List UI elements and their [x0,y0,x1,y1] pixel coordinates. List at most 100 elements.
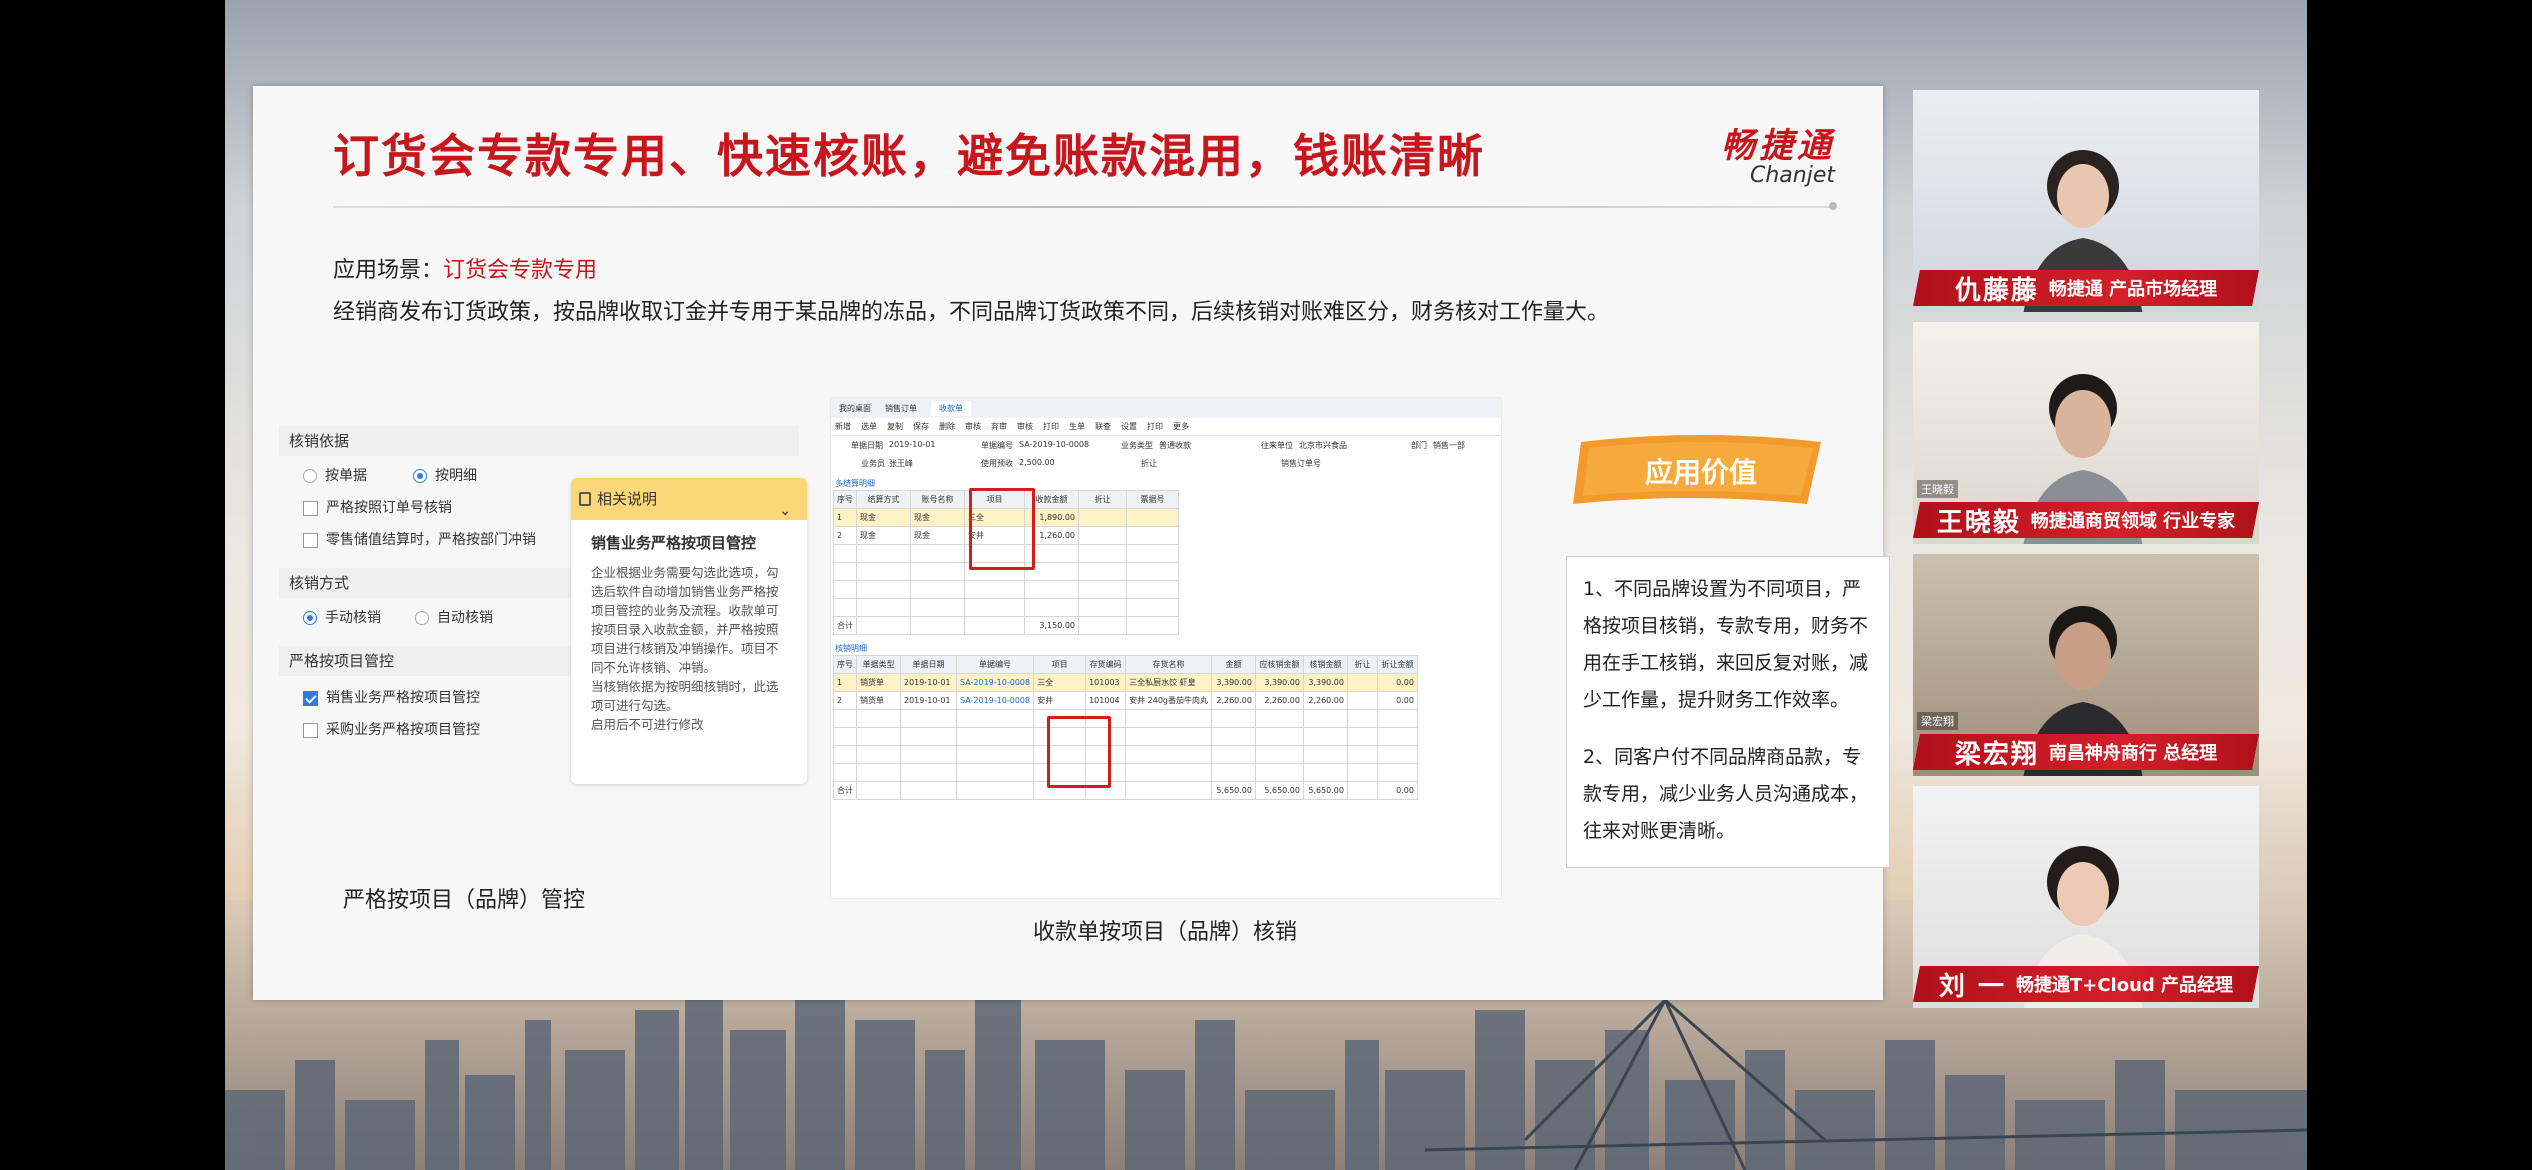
erp-toolbar: 新增 选单 复制 保存 删除 审核 弃审 审核 打印 生单 联查 设置 打印 更… [831,418,1501,436]
table-row[interactable]: 2 销货单 2019-10-01 SA-2019-10-0008 安井 1010… [833,691,1418,710]
cell [1078,508,1127,527]
help-body-2: 当核销依据为按明细核销时，此选项可进行勾选。 [591,679,779,713]
speaker-tile-1[interactable]: 仇藤藤 畅捷通 产品市场经理 [1913,90,2259,312]
radio-by-detail[interactable] [413,469,427,483]
verify-grid: 序号 单据类型 单据日期 单据编号 项目 存货编码 存货名称 金额 应核销金额 … [833,655,1418,800]
radio-manual[interactable] [303,611,317,625]
cell: 2019-10-01 [900,691,957,710]
cell-project[interactable]: 三全 [1033,673,1087,692]
chevron-down-icon[interactable]: ⌄ [779,490,791,532]
value-badge: 应用价值 [1573,435,1821,504]
value-badge-label: 应用价值 [1645,456,1757,489]
scene-label: 应用场景： [333,258,444,283]
cell: 2,260.00 [1210,691,1256,710]
grid2-total-row: 合计 5,650.00 5,650.00 5,650.00 0.00 [833,781,1418,800]
value-point-2: 2、同客户付不同品牌商品款，专款专用，减少业务人员沟通成本，往来对账更清晰。 [1583,746,1869,842]
field-customer[interactable]: 北京市兴食品 [1299,440,1347,451]
help-header[interactable]: 相关说明 ⌄ [571,478,807,520]
speaker-nametag: 王晓毅 [1917,480,1958,498]
tb-copy[interactable]: 复制 [887,421,903,432]
radio-by-doc[interactable] [303,469,317,483]
tb-settings[interactable]: 设置 [1121,421,1137,432]
cell: 0.00 [1376,673,1418,692]
cell-link[interactable]: SA-2019-10-0008 [955,673,1035,692]
speaker-tile-2[interactable]: 王晓毅 王晓毅 畅捷通商贸领域 行业专家 [1913,322,2259,544]
grid1-col: 账号名称 [910,490,965,509]
tb-delete[interactable]: 删除 [939,421,955,432]
speaker-nametag: 梁宏翔 [1917,712,1958,730]
grid2-header: 序号 单据类型 单据日期 单据编号 项目 存货编码 存货名称 金额 应核销金额 … [833,655,1418,674]
checkbox-order-no[interactable] [303,500,318,516]
radio-auto[interactable] [415,611,429,625]
tb-new[interactable]: 新增 [835,421,851,432]
cell: 1 [833,673,857,692]
table-row[interactable]: 1 销货单 2019-10-01 SA-2019-10-0008 三全 1010… [833,673,1418,692]
cell: 0.00 [1376,691,1418,710]
erp-tab-desktop[interactable]: 我的桌面 [839,403,871,414]
grid2-total: 5,650.00 [1210,781,1256,800]
cell: 101003 [1085,673,1127,692]
radio-by-doc-label: 按单据 [325,468,367,484]
grid2-total: 5,650.00 [1254,781,1304,800]
grid2-col: 项目 [1033,655,1087,674]
grid2-col: 金额 [1210,655,1256,674]
divider-dot [1829,202,1837,210]
cell [1078,526,1127,545]
tb-linked[interactable]: 联查 [1095,421,1111,432]
highlight-project-col-2 [1047,716,1111,788]
cell-link[interactable]: SA-2019-10-0008 [955,691,1035,710]
speaker-name: 仇藤藤 [1954,275,2039,306]
field-amount-label: 使用预收 [981,459,1013,468]
tb-print[interactable]: 打印 [1043,421,1059,432]
erp-tab-sales-order[interactable]: 销售订单 [885,403,917,414]
erp-screenshot: 我的桌面 销售订单 收款单 新增 选单 复制 保存 删除 审核 弃审 审核 打印… [831,398,1501,898]
tb-print-2[interactable]: 打印 [1147,421,1163,432]
speaker-tile-3[interactable]: 梁宏翔 梁宏翔 南昌神舟商行 总经理 [1913,554,2259,776]
caption-right: 收款单按项目（品牌）核销 [1033,920,1298,945]
cell: 2,260.00 [1254,691,1304,710]
field-amount[interactable]: 2,500.00 [1019,458,1055,467]
field-date[interactable]: 2019-10-01 [889,440,936,449]
field-code[interactable]: SA-2019-10-0008 [1019,440,1089,449]
empty-row [833,745,1418,764]
cell: 101004 [1085,691,1127,710]
cell [1126,508,1179,527]
tb-save[interactable]: 保存 [913,421,929,432]
field-date-label: 单据日期 [851,441,883,450]
speaker-role: 畅捷通T+Cloud 产品经理 [2015,975,2234,996]
field-dept[interactable]: 销售一部 [1433,440,1465,451]
grid2-col: 应核销金额 [1254,655,1304,674]
cell: 1 [833,508,857,527]
cell-project[interactable]: 安井 [1033,691,1087,710]
brand-logo-cn: 畅捷通 [1721,126,1835,166]
field-staff-label: 业务员 [861,459,885,468]
field-customer-label: 往来单位 [1261,441,1293,450]
checkbox-sales-project[interactable] [303,690,318,706]
speaker-role: 南昌神舟商行 总经理 [2048,743,2218,764]
field-type[interactable]: 普通收款 [1159,440,1191,451]
grid1-col: 结算方式 [856,490,911,509]
slide-title: 订货会专款专用、快速核账，避免账款混用，钱账清晰 [333,129,1485,183]
checkbox-purchase-project[interactable] [303,722,318,738]
speaker-name: 王晓毅 [1936,507,2021,538]
field-staff[interactable]: 张王峰 [889,458,913,469]
help-title: 销售业务严格按项目管控 [591,534,757,552]
tb-audit-2[interactable]: 审核 [1017,421,1033,432]
value-box: 1、不同品牌设置为不同项目，严格按项目核销，专款专用，财务不用在手工核销，来回反… [1566,556,1890,868]
highlight-project-col-1 [969,488,1035,570]
cell: 2 [833,526,857,545]
erp-tab-receipt[interactable]: 收款单 [931,400,971,416]
tb-generate[interactable]: 生单 [1069,421,1085,432]
cell: 三全私厨水饺 虾皇 [1125,673,1212,692]
tb-pick[interactable]: 选单 [861,421,877,432]
checkbox-retail-label: 零售储值结算时，严格按部门冲销 [326,532,536,548]
tb-unaudit[interactable]: 弃审 [991,421,1007,432]
tb-more[interactable]: 更多 [1173,421,1189,432]
grid1-title: 多结算明细 [835,479,875,488]
erp-tabs: 我的桌面 销售订单 收款单 [831,398,1501,418]
field-type-label: 业务类型 [1121,441,1153,450]
checkbox-retail[interactable] [303,532,318,548]
speaker-tile-4[interactable]: 刘 一畅捷通T+Cloud 产品经理 [1913,786,2259,1008]
cell [1346,673,1378,692]
tb-audit[interactable]: 审核 [965,421,981,432]
